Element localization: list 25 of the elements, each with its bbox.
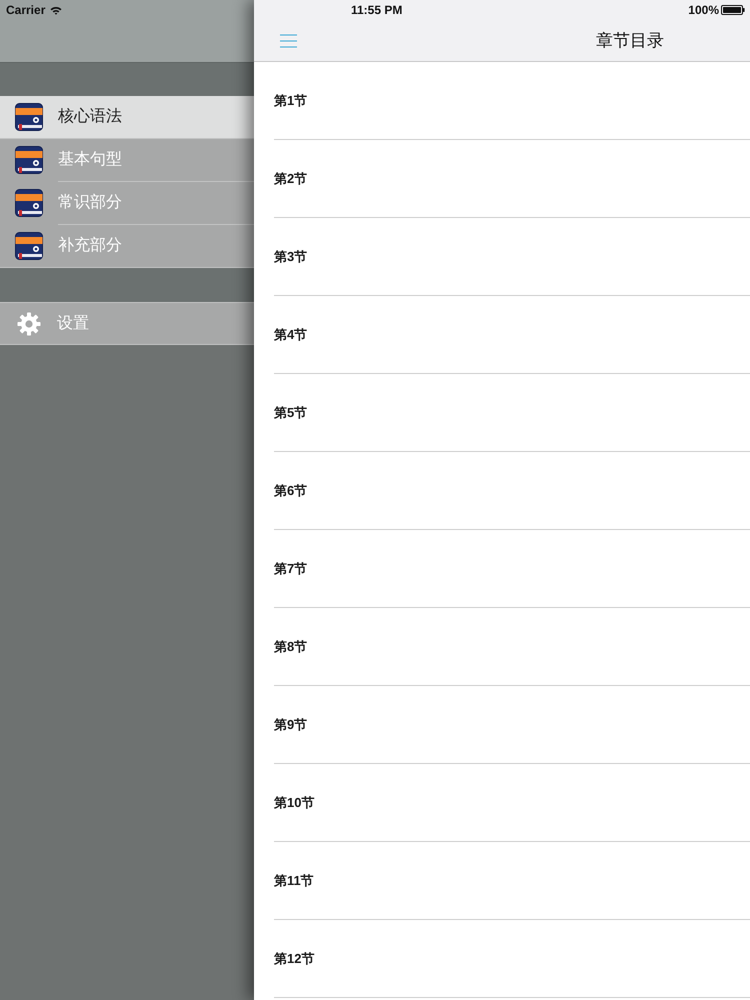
chapter-list-item[interactable]: 第5节 — [254, 374, 750, 452]
book-icon — [15, 189, 43, 217]
chapter-list-item[interactable]: 第3节 — [254, 218, 750, 296]
chapter-list-item[interactable]: 第2节 — [254, 140, 750, 218]
battery-label: 100% — [688, 2, 719, 19]
chapter-list-item[interactable]: 第7节 — [254, 530, 750, 608]
chapter-list-item[interactable]: 第10节 — [254, 764, 750, 842]
book-icon — [15, 232, 43, 260]
book-icon — [15, 146, 43, 174]
book-icon — [15, 103, 43, 131]
battery-icon — [721, 5, 745, 15]
chapter-list-item[interactable]: 第8节 — [254, 608, 750, 686]
side-menu-item[interactable]: 核心语法 — [0, 96, 254, 138]
nav-title: 章节目录 — [596, 30, 664, 52]
chapter-list-item[interactable]: 第11节 — [254, 842, 750, 920]
chapter-list-item[interactable]: 第1节 — [254, 62, 750, 140]
chapter-list-item[interactable]: 第4节 — [254, 296, 750, 374]
chapter-list-item[interactable]: 第9节 — [254, 686, 750, 764]
carrier-label: Carrier — [6, 2, 46, 19]
time-label: 11:55 PM — [351, 2, 402, 19]
settings-icon — [17, 312, 41, 336]
chapter-list-item[interactable]: 第6节 — [254, 452, 750, 530]
wifi-icon — [50, 6, 62, 14]
menu-icon — [280, 34, 296, 48]
chapter-list-item[interactable]: 第12节 — [254, 920, 750, 998]
